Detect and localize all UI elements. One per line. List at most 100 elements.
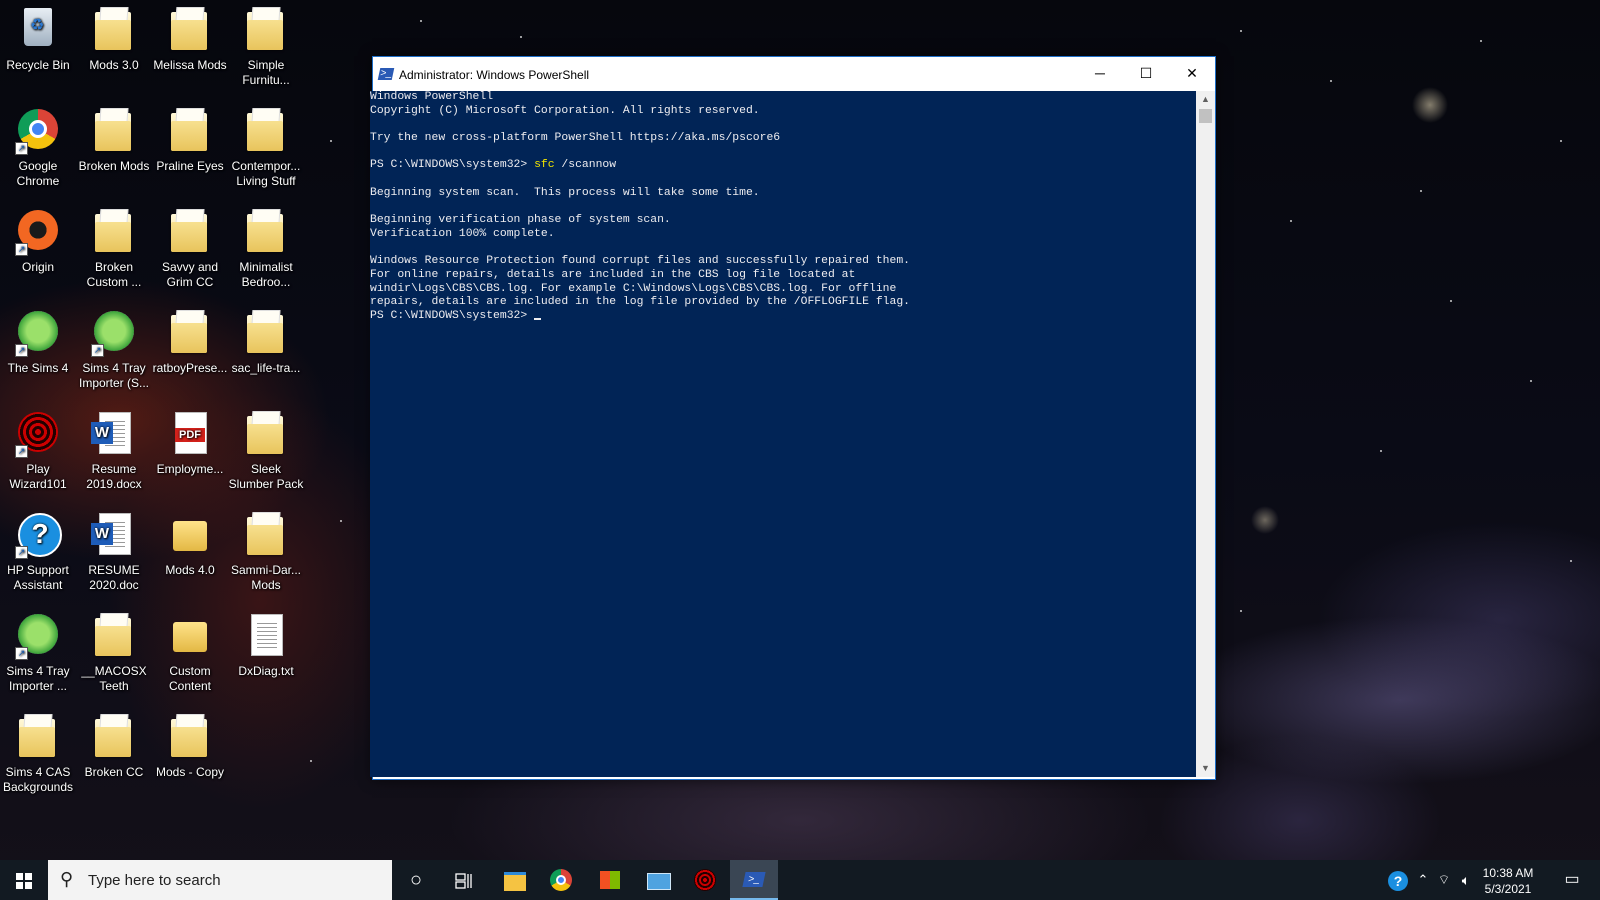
desktop-icon-broken-mods[interactable]: Broken Mods <box>76 101 152 174</box>
close-button[interactable]: ✕ <box>1169 57 1215 90</box>
cortana-button[interactable]: ○ <box>392 860 440 900</box>
show-hidden-icons-button[interactable]: ⌃ <box>1414 860 1432 900</box>
desktop-icon-play-wizard101[interactable]: ↗ Play Wizard101 <box>0 404 76 492</box>
store-bag-icon <box>600 871 620 889</box>
window-titlebar[interactable]: >_ Administrator: Windows PowerShell ─ ☐… <box>373 57 1215 90</box>
console-line: windir\Logs\CBS\CBS.log. For example C:\… <box>370 283 1196 297</box>
folder-icon <box>247 416 283 454</box>
file-explorer-icon <box>504 872 526 891</box>
icon-label: Broken Mods <box>78 159 150 173</box>
folder-icon <box>95 719 131 757</box>
wizard101-spiral-icon <box>694 869 716 891</box>
taskbar-powershell[interactable]: >_ <box>730 860 778 900</box>
desktop-icon-sac-life[interactable]: sac_life-tra... <box>228 303 304 376</box>
desktop-icon-employment-pdf[interactable]: PDF Employme... <box>152 404 228 477</box>
scroll-up-icon[interactable]: ▲ <box>1196 91 1215 108</box>
desktop-icon-resume-2020[interactable]: W RESUME 2020.doc <box>76 505 152 593</box>
desktop-icon-melissa-mods[interactable]: Melissa Mods <box>152 0 228 73</box>
desktop-icon-mods-4[interactable]: Mods 4.0 <box>152 505 228 578</box>
desktop-icon-sims4-tray-importer[interactable]: ↗ Sims 4 Tray Importer (S... <box>76 303 152 391</box>
desktop-icon-hp-support-assistant[interactable]: ? ↗ HP Support Assistant <box>0 505 76 593</box>
console-line-text: Try the new cross-platform PowerShell ht… <box>370 132 781 145</box>
shortcut-arrow-icon: ↗ <box>15 546 28 559</box>
desktop-icon-savvy-grim-cc[interactable]: Savvy and Grim CC <box>152 202 228 290</box>
folder-icon <box>171 315 207 353</box>
vertical-scrollbar[interactable]: ▲ ▼ <box>1196 91 1215 777</box>
search-icon: ⚲ <box>60 869 74 889</box>
desktop-icon-ratboy[interactable]: ratboyPrese... <box>152 303 228 376</box>
desktop-icon-sammi-dar-mods[interactable]: Sammi-Dar... Mods <box>228 505 304 593</box>
desktop-icon-custom-content[interactable]: Custom Content <box>152 606 228 694</box>
desktop-icon-recycle-bin[interactable]: Recycle Bin <box>0 0 76 73</box>
chrome-icon <box>550 869 572 891</box>
notification-icon: ▭ <box>1564 871 1580 888</box>
console-line-text: PS C:\WINDOWS\system32> <box>370 159 535 172</box>
icon-label: Broken Custom ... <box>86 260 142 289</box>
desktop-icon-macosx-teeth[interactable]: __MACOSX Teeth <box>76 606 152 694</box>
icon-label: Recycle Bin <box>6 58 70 72</box>
scroll-down-icon[interactable]: ▼ <box>1196 760 1215 777</box>
taskbar-chrome[interactable] <box>538 860 586 900</box>
desktop-icon-simple-furniture[interactable]: Simple Furnitu... <box>228 0 304 88</box>
folder-icon <box>173 521 207 551</box>
console-output[interactable]: Windows PowerShell Copyright (C) Microsof… <box>370 91 1196 777</box>
help-icon: ? <box>1388 871 1408 891</box>
desktop-icon-mods-copy[interactable]: Mods - Copy <box>152 707 228 780</box>
taskbar-store[interactable] <box>586 860 634 900</box>
maximize-button[interactable]: ☐ <box>1123 57 1169 90</box>
start-button[interactable] <box>0 860 48 900</box>
folder-icon <box>173 622 207 652</box>
console-line: Windows PowerShell <box>370 91 1196 105</box>
desktop-icon-broken-cc[interactable]: Broken CC <box>76 707 152 780</box>
desktop-icon-sleek-slumber[interactable]: Sleek Slumber Pack <box>228 404 304 492</box>
folder-icon <box>95 214 131 252</box>
desktop-icon-google-chrome[interactable]: ↗ Google Chrome <box>0 101 76 189</box>
speaker-icon: 🔈︎ <box>1461 872 1471 888</box>
icon-label: Minimalist Bedroo... <box>239 260 293 289</box>
task-view-button[interactable] <box>440 860 488 900</box>
word-icon: W <box>91 523 113 545</box>
console-command: sfc <box>534 159 555 172</box>
console-line-text: repairs, details are included in the log… <box>370 296 911 309</box>
console-line-text: Beginning verification phase of system s… <box>370 214 671 227</box>
desktop-icon-sims4-cas-backgrounds[interactable]: Sims 4 CAS Backgrounds <box>0 707 76 795</box>
desktop-icon-origin[interactable]: ↗ Origin <box>0 202 76 275</box>
network-button[interactable]: ⌔ <box>1434 860 1454 900</box>
desktop-icon-praline-eyes[interactable]: Praline Eyes <box>152 101 228 174</box>
icon-label: Melissa Mods <box>153 58 227 72</box>
shortcut-arrow-icon: ↗ <box>15 243 28 256</box>
icon-label: Sims 4 Tray Importer (S... <box>78 361 149 390</box>
taskbar-search-box[interactable]: ⚲ Type here to search <box>48 860 392 900</box>
desktop-icon-mods-3[interactable]: Mods 3.0 <box>76 0 152 73</box>
desktop-icon-minimalist-bedroom[interactable]: Minimalist Bedroo... <box>228 202 304 290</box>
volume-button[interactable]: 🔈︎ <box>1456 860 1476 900</box>
taskbar-clock[interactable]: 10:38 AM 5/3/2021 <box>1478 865 1538 897</box>
recycle-bin-icon <box>24 8 52 46</box>
icon-label: Mods - Copy <box>155 765 225 779</box>
desktop-icon-resume-2019[interactable]: W Resume 2019.docx <box>76 404 152 492</box>
powershell-icon: >_ <box>377 68 395 80</box>
powershell-icon: >_ <box>742 872 766 887</box>
taskbar-mail[interactable] <box>634 860 682 900</box>
taskbar-file-explorer[interactable] <box>490 860 538 900</box>
powershell-window[interactable]: >_ Administrator: Windows PowerShell ─ ☐… <box>370 56 1216 780</box>
clock-time: 10:38 AM <box>1482 866 1534 880</box>
taskbar-wizard101[interactable] <box>682 860 730 900</box>
desktop-icon-sims4-tray-importer-2[interactable]: ↗ Sims 4 Tray Importer ... <box>0 606 76 694</box>
desktop-icon-contemporary-living[interactable]: Contempor... Living Stuff <box>228 101 304 189</box>
folder-icon <box>247 113 283 151</box>
search-placeholder: Type here to search <box>88 872 221 889</box>
minimize-button[interactable]: ─ <box>1077 57 1123 90</box>
scroll-thumb[interactable] <box>1199 109 1212 123</box>
desktop-icon-dxdiag[interactable]: DxDiag.txt <box>228 606 304 679</box>
help-tray-button[interactable]: ? <box>1386 860 1412 900</box>
desktop-icon-the-sims-4[interactable]: ↗ The Sims 4 <box>0 303 76 376</box>
console-command-args: /scannow <box>554 159 617 172</box>
desktop-icon-broken-custom[interactable]: Broken Custom ... <box>76 202 152 290</box>
action-center-button[interactable]: ▭ <box>1554 860 1590 900</box>
icon-label: sac_life-tra... <box>231 361 301 375</box>
